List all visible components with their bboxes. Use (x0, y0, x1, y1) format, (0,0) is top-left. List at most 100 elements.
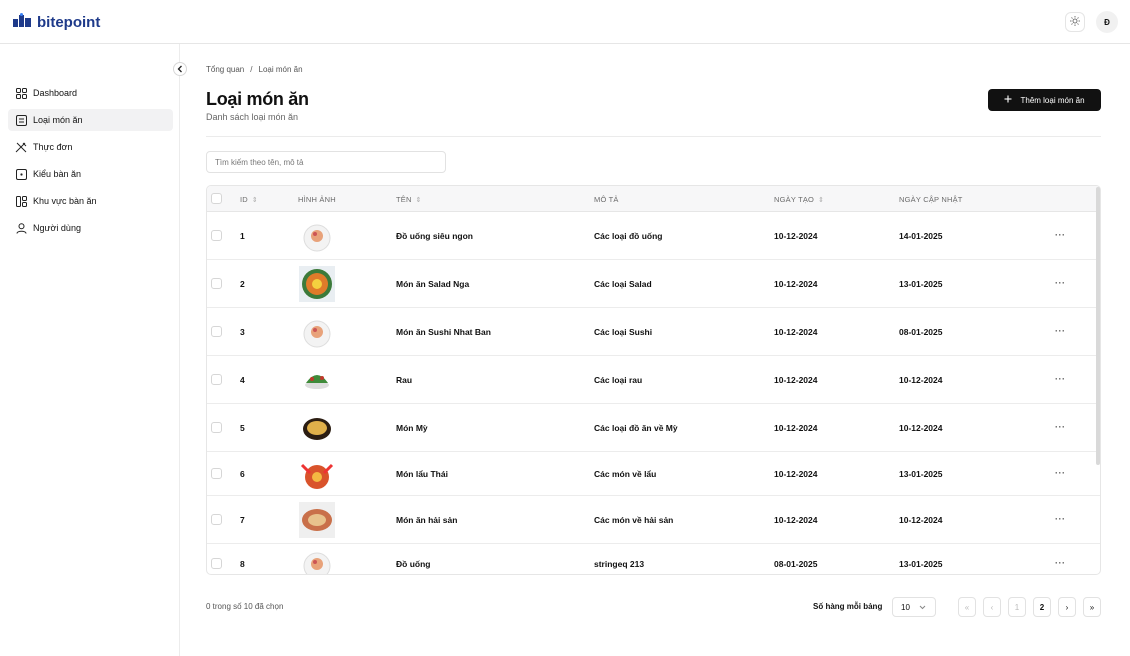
cell-name: Rau (396, 375, 413, 385)
food-thumbnail (299, 502, 335, 538)
table-row[interactable]: 5 Món Mỳ Các loại đồ ăn về Mỳ 10-12-2024 10-… (207, 404, 1100, 452)
cell-id: 4 (240, 375, 245, 385)
rows-per-page-select[interactable]: 10 (892, 597, 936, 617)
plus-icon (1004, 95, 1012, 105)
table-row[interactable]: 8 Đồ uống stringeq 213 08-01-2025 13-01-2025… (207, 544, 1100, 574)
category-table: ID ⇕ HÌNH ẢNH TÊN ⇕ MÔ TẢ NGÀY TẠO ⇕ NGÀY C… (206, 185, 1101, 575)
cell-id: 5 (240, 423, 245, 433)
sidebar-item-label: Loại món ăn (33, 115, 83, 125)
cell-updated: 13-01-2025 (899, 469, 943, 479)
cell-created: 10-12-2024 (774, 515, 818, 525)
cell-updated: 14-01-2025 (899, 231, 943, 241)
prev-page-button[interactable]: ‹ (983, 597, 1001, 617)
row-actions-button[interactable]: ··· (1055, 326, 1066, 336)
cell-updated: 10-12-2024 (899, 423, 943, 433)
sun-icon (1070, 13, 1080, 31)
sort-icon: ⇕ (415, 196, 422, 204)
cell-description: Các loại Sushi (594, 327, 653, 337)
table-row[interactable]: 2 Món ăn Salad Nga Các loại Salad 10-12-202… (207, 260, 1100, 308)
cell-description: Các loại Salad (594, 279, 652, 289)
sidebar-item-label: Kiểu bàn ăn (33, 169, 82, 179)
row-checkbox[interactable] (211, 278, 222, 289)
sidebar-collapse-button[interactable] (173, 62, 187, 76)
cell-name: Món ăn Salad Nga (396, 279, 470, 289)
search-input[interactable] (206, 151, 446, 173)
selection-count: 0 trong số 10 đã chọn (206, 602, 284, 611)
square-icon (15, 168, 27, 180)
sidebar-item-food-categories[interactable]: Loại món ăn (8, 109, 173, 131)
header-divider (206, 136, 1101, 137)
row-actions-button[interactable]: ··· (1055, 514, 1066, 524)
row-checkbox[interactable] (211, 374, 222, 385)
sidebar-item-label: Thực đơn (33, 142, 73, 152)
sidebar-item-label: Người dùng (33, 223, 81, 233)
table-row[interactable]: 1 Đồ uống siêu ngon Các loại đồ uống 10-12-… (207, 212, 1100, 260)
cell-name: Đồ uống siêu ngon (396, 231, 473, 241)
row-checkbox[interactable] (211, 514, 222, 525)
last-page-button[interactable]: » (1083, 597, 1101, 617)
rows-per-page-value: 10 (901, 602, 910, 612)
row-checkbox[interactable] (211, 468, 222, 479)
row-actions-button[interactable]: ··· (1055, 468, 1066, 478)
table-row[interactable]: 7 Món ăn hải sản Các món về hải sản 10-12-2… (207, 496, 1100, 544)
theme-toggle-button[interactable] (1065, 12, 1085, 32)
logo-icon (13, 13, 31, 32)
user-avatar[interactable]: Đ (1096, 11, 1118, 33)
cell-description: Các loại đồ ăn về Mỳ (594, 423, 678, 433)
top-bar: bitepoint Đ (0, 0, 1130, 44)
table-scrollbar[interactable] (1096, 187, 1100, 465)
row-actions-button[interactable]: ··· (1055, 374, 1066, 384)
row-actions-button[interactable]: ··· (1055, 230, 1066, 240)
page-button-2[interactable]: 2 (1033, 597, 1051, 617)
row-actions-button[interactable]: ··· (1055, 278, 1066, 288)
brand-logo[interactable]: bitepoint (13, 13, 100, 32)
page-subtitle: Danh sách loại món ăn (206, 112, 299, 122)
food-thumbnail (299, 456, 335, 492)
cell-created: 10-12-2024 (774, 279, 818, 289)
column-header-created[interactable]: NGÀY TẠO ⇕ (774, 195, 824, 204)
table-row[interactable]: 6 Món lẩu Thái Các món về lẩu 10-12-2024 13-… (207, 452, 1100, 496)
cell-updated: 08-01-2025 (899, 327, 943, 337)
sidebar-item-label: Dashboard (33, 88, 78, 98)
first-page-button[interactable]: « (958, 597, 976, 617)
table-row[interactable]: 3 Món ăn Sushi Nhat Ban Các loại Sushi 10-1… (207, 308, 1100, 356)
cell-created: 08-01-2025 (774, 559, 818, 569)
sidebar-item-table-areas[interactable]: Khu vực bàn ăn (8, 190, 173, 212)
breadcrumb-root[interactable]: Tổng quan (206, 65, 244, 74)
cell-created: 10-12-2024 (774, 231, 818, 241)
user-icon (15, 222, 27, 234)
sidebar-item-table-types[interactable]: Kiểu bàn ăn (8, 163, 173, 185)
page-button-1[interactable]: 1 (1008, 597, 1026, 617)
column-header-name[interactable]: TÊN ⇕ (396, 195, 422, 204)
food-thumbnail (303, 552, 331, 574)
cell-updated: 13-01-2025 (899, 279, 943, 289)
next-page-button[interactable]: › (1058, 597, 1076, 617)
food-thumbnail (303, 320, 331, 348)
cell-id: 2 (240, 279, 245, 289)
sidebar-item-label: Khu vực bàn ăn (33, 196, 97, 206)
row-checkbox[interactable] (211, 326, 222, 337)
cell-description: Các loại rau (594, 375, 643, 385)
sidebar-nav: Dashboard Loại món ăn Thực đơn Kiểu bàn … (8, 82, 173, 244)
sidebar-item-users[interactable]: Người dùng (8, 217, 173, 239)
cell-created: 10-12-2024 (774, 375, 818, 385)
column-header-id[interactable]: ID ⇕ (240, 195, 258, 204)
column-header-image: HÌNH ẢNH (298, 195, 336, 204)
page-title: Loại món ăn (206, 89, 309, 109)
row-checkbox[interactable] (211, 422, 222, 433)
table-row[interactable]: 4 Rau Các loại rau 10-12-2024 10-12-2024 ··· (207, 356, 1100, 404)
cell-name: Món Mỳ (396, 423, 428, 433)
select-all-checkbox[interactable] (211, 193, 222, 204)
sidebar-item-dashboard[interactable]: Dashboard (8, 82, 173, 104)
row-actions-button[interactable]: ··· (1055, 422, 1066, 432)
add-category-button[interactable]: Thêm loại món ăn (988, 89, 1101, 111)
cell-description: Các món về lẩu (594, 469, 657, 479)
row-checkbox[interactable] (211, 230, 222, 241)
row-checkbox[interactable] (211, 558, 222, 569)
sidebar-item-menu[interactable]: Thực đơn (8, 136, 173, 158)
breadcrumb-current: Loại món ăn (258, 65, 303, 74)
row-actions-button[interactable]: ··· (1055, 558, 1066, 568)
utensils-icon (15, 141, 27, 153)
add-button-label: Thêm loại món ăn (1020, 95, 1085, 105)
chevron-left-icon (177, 60, 183, 78)
